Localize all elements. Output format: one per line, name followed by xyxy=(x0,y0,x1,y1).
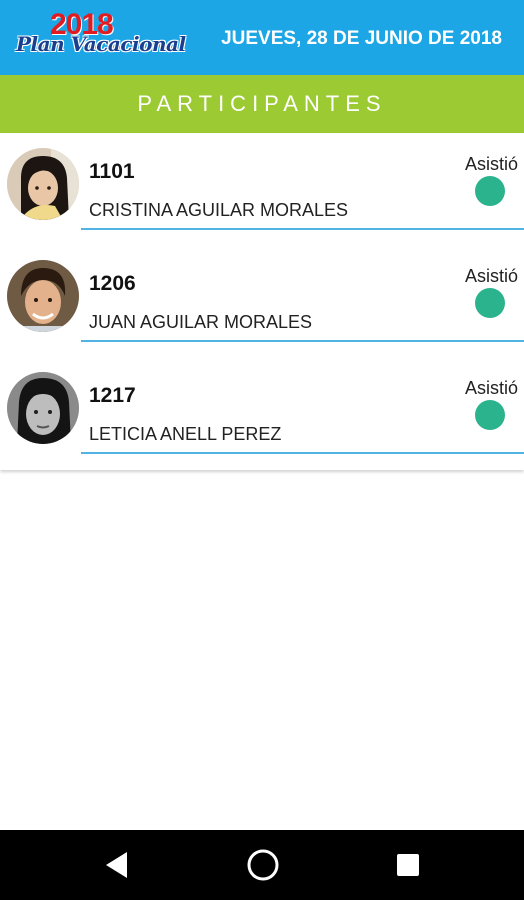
attendance-status-dot[interactable] xyxy=(475,176,505,206)
system-navigation-bar xyxy=(0,830,524,900)
avatar xyxy=(7,260,79,332)
attendance-status-dot[interactable] xyxy=(475,400,505,430)
section-header: PARTICIPANTES xyxy=(0,75,524,133)
avatar-photo-girl xyxy=(7,148,79,220)
participant-id: 1217 xyxy=(89,384,136,407)
participant-id: 1206 xyxy=(89,272,136,295)
attendance-status-dot[interactable] xyxy=(475,288,505,318)
recent-square-icon xyxy=(397,854,419,876)
section-title: PARTICIPANTES xyxy=(137,91,387,116)
home-circle-icon xyxy=(247,849,279,881)
app-header: 2018 Plan Vacacional JUEVES, 28 DE JUNIO… xyxy=(0,0,524,75)
row-divider xyxy=(81,452,524,454)
participant-row[interactable]: 1101 CRISTINA AGUILAR MORALES Asistió xyxy=(0,133,524,245)
participant-row[interactable]: 1206 JUAN AGUILAR MORALES Asistió xyxy=(0,245,524,357)
participant-id: 1101 xyxy=(89,160,135,183)
participant-name: LETICIA ANELL PEREZ xyxy=(89,424,282,444)
attendance-label: Asistió xyxy=(464,266,518,286)
avatar xyxy=(7,372,79,444)
app-logo: 2018 Plan Vacacional xyxy=(14,10,194,62)
participant-name: JUAN AGUILAR MORALES xyxy=(89,312,313,332)
avatar-photo-boy xyxy=(7,260,79,332)
attendance-label: Asistió xyxy=(464,378,518,398)
row-divider xyxy=(81,340,524,342)
recent-apps-button[interactable] xyxy=(390,847,426,883)
back-button[interactable] xyxy=(100,847,136,883)
row-divider xyxy=(81,228,524,230)
attendance-label: Asistió xyxy=(464,154,518,174)
header-date: JUEVES, 28 DE JUNIO DE 2018 xyxy=(221,28,502,49)
avatar-photo-girl-bw xyxy=(7,372,79,444)
participant-row[interactable]: 1217 LETICIA ANELL PEREZ Asistió xyxy=(0,357,524,469)
back-triangle-icon xyxy=(106,852,127,878)
avatar xyxy=(7,148,79,220)
participant-list: 1101 CRISTINA AGUILAR MORALES Asistió 12… xyxy=(0,133,524,470)
participant-name: CRISTINA AGUILAR MORALES xyxy=(89,200,349,220)
logo-brand: Plan Vacacional xyxy=(16,32,186,56)
home-button[interactable] xyxy=(245,847,281,883)
